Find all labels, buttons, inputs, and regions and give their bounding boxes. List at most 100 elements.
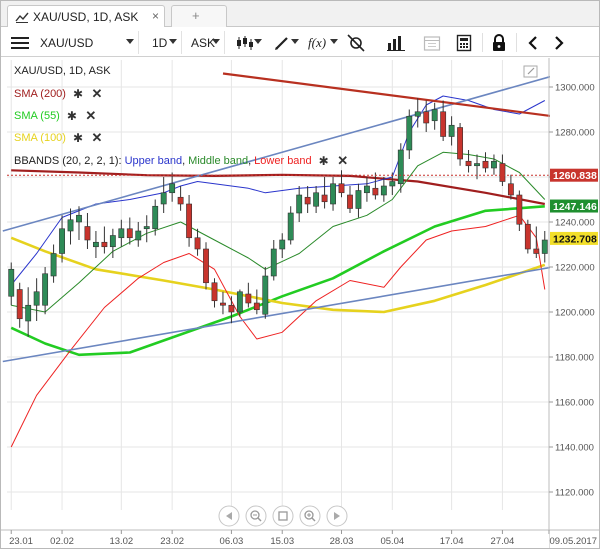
bearish-candle[interactable] [186,203,193,239]
bullish-candle[interactable] [42,273,49,306]
tab-close-icon[interactable]: × [152,9,159,23]
lock-button[interactable] [486,31,512,54]
calendar-icon [423,35,441,51]
sma55-remove-icon[interactable]: ✕ [84,108,98,124]
zoom-in-button[interactable] [299,505,321,527]
reset-button[interactable] [272,505,294,527]
bearish-candle[interactable] [321,194,328,203]
bullish-candle[interactable] [414,111,421,117]
bearish-candle[interactable] [372,187,379,196]
tab-xauusd[interactable]: XAU/USD, 1D, ASK × [7,5,165,27]
bullish-candle[interactable] [330,183,336,205]
scroll-right-button[interactable] [326,505,348,527]
bullish-candle[interactable] [270,248,277,277]
bullish-candle[interactable] [67,219,74,232]
bearish-candle[interactable] [338,183,345,194]
bullish-candle[interactable] [33,291,40,306]
volume-button[interactable] [381,31,411,54]
side-select[interactable]: ASK [187,31,225,54]
bearish-candle[interactable] [16,289,23,320]
bullish-candle[interactable] [397,149,404,185]
bearish-candle[interactable] [84,226,91,241]
bullish-candle[interactable] [474,163,480,167]
legend-comma: , [182,155,186,167]
new-tab-button[interactable]: + [171,5,227,27]
bullish-candle[interactable] [406,115,413,151]
sma200-settings-icon[interactable]: ✱ [71,87,85,101]
bullish-candle[interactable] [135,230,142,241]
symbol-value: XAU/USD [40,35,94,50]
bullish-candle[interactable] [92,241,99,248]
bullish-candle[interactable] [143,226,150,230]
expand-icon[interactable] [523,65,538,78]
bullish-candle[interactable] [389,181,396,187]
legend-sma100: SMA (100) ✱ ✕ [14,130,104,146]
bearish-candle[interactable] [253,302,260,311]
bullish-candle[interactable] [50,253,57,277]
bearish-candle[interactable] [423,111,430,124]
bullish-candle[interactable] [262,275,269,315]
chart-type-button[interactable] [230,31,262,54]
bearish-candle[interactable] [211,282,218,302]
bullish-candle[interactable] [160,192,167,205]
menu-button[interactable] [7,31,33,54]
bullish-candle[interactable] [491,160,497,169]
bbands-remove-icon[interactable]: ✕ [336,153,350,169]
bullish-candle[interactable] [25,304,32,322]
bullish-candle[interactable] [279,239,286,250]
calculator-button[interactable] [450,31,478,54]
bearish-candle[interactable] [126,228,133,239]
crosshair-button[interactable] [341,31,371,54]
symbol-select[interactable]: XAU/USD [36,31,139,54]
bullish-candle[interactable] [59,228,65,254]
bearish-candle[interactable] [440,111,447,137]
bullish-candle[interactable] [363,185,370,194]
bullish-candle[interactable] [313,192,320,207]
bearish-candle[interactable] [101,241,108,248]
scroll-back-button[interactable] [521,31,545,54]
bullish-candle[interactable] [355,190,362,209]
bullish-candle[interactable] [380,185,387,196]
bearish-candle[interactable] [482,160,489,169]
bullish-candle[interactable] [8,268,15,297]
scroll-forward-button[interactable] [547,31,571,54]
bearish-candle[interactable] [228,304,235,313]
bearish-candle[interactable] [347,194,353,209]
bullish-candle[interactable] [236,291,243,313]
calendar-button[interactable] [418,31,446,54]
bullish-candle[interactable] [448,124,455,137]
bearish-candle[interactable] [516,194,523,225]
bullish-candle[interactable] [287,212,294,241]
bearish-candle[interactable] [194,237,201,250]
bullish-candle[interactable] [296,194,303,214]
bullish-candle[interactable] [152,205,159,230]
sma200-remove-icon[interactable]: ✕ [90,86,104,102]
sma100-remove-icon[interactable]: ✕ [90,130,104,146]
bearish-candle[interactable] [533,248,540,254]
sma100-line [10,236,546,314]
bearish-candle[interactable] [499,163,506,182]
bearish-candle[interactable] [465,160,472,167]
bbands-settings-icon[interactable]: ✱ [317,154,331,168]
bearish-candle[interactable] [457,127,464,160]
sma100-settings-icon[interactable]: ✱ [71,131,85,145]
bearish-candle[interactable] [220,302,226,306]
bearish-candle[interactable] [177,196,184,205]
bullish-candle[interactable] [431,109,438,122]
draw-button[interactable] [267,31,299,54]
indicators-button[interactable]: f(x) [304,31,338,54]
period-select[interactable]: 1D [144,31,182,54]
bearish-candle[interactable] [524,223,531,250]
bullish-candle[interactable] [541,239,548,254]
bullish-candle[interactable] [76,214,82,223]
bearish-candle[interactable] [245,293,252,304]
bearish-candle[interactable] [203,248,209,284]
scroll-left-button[interactable] [218,505,240,527]
bullish-candle[interactable] [169,183,176,194]
bearish-candle[interactable] [507,183,514,196]
sma55-settings-icon[interactable]: ✱ [65,109,79,123]
bullish-candle[interactable] [109,235,116,248]
zoom-out-button[interactable] [245,505,267,527]
bearish-candle[interactable] [304,196,311,205]
bullish-candle[interactable] [118,228,125,239]
